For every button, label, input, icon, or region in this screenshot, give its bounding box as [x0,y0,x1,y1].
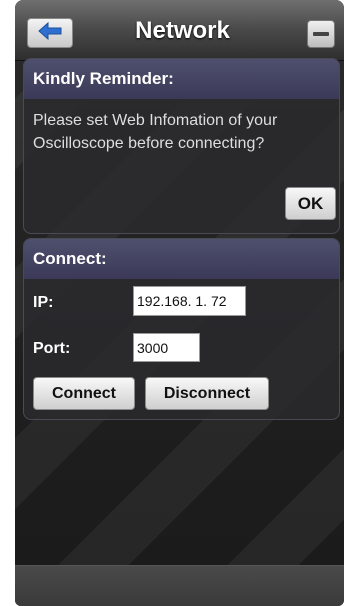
port-label: Port: [33,340,71,357]
connect-button[interactable]: Connect [33,377,135,410]
ok-button[interactable]: OK [285,187,336,220]
disconnect-button[interactable]: Disconnect [145,377,269,410]
page-title: Network [135,17,230,44]
ip-field[interactable]: 192.168. 1. 72 [133,286,246,316]
port-field[interactable]: 3000 [133,333,200,362]
network-screen: Network Kindly Reminder: Please set Web … [15,0,344,606]
reminder-panel: Kindly Reminder: Please set Web Infomati… [23,58,340,234]
minimize-button[interactable] [307,20,335,48]
connect-title: Connect: [24,239,339,279]
minus-icon [313,32,329,36]
reminder-message: Please set Web Infomation of your Oscill… [33,112,278,152]
ip-label: IP: [33,294,54,311]
footer-bar [15,565,344,606]
reminder-title: Kindly Reminder: [24,59,339,99]
connect-panel: Connect: IP: 192.168. 1. 72 Port: 3000 C… [23,238,340,420]
back-button[interactable] [27,18,73,48]
back-arrow-icon [37,21,63,45]
title-bar: Network [15,0,344,61]
